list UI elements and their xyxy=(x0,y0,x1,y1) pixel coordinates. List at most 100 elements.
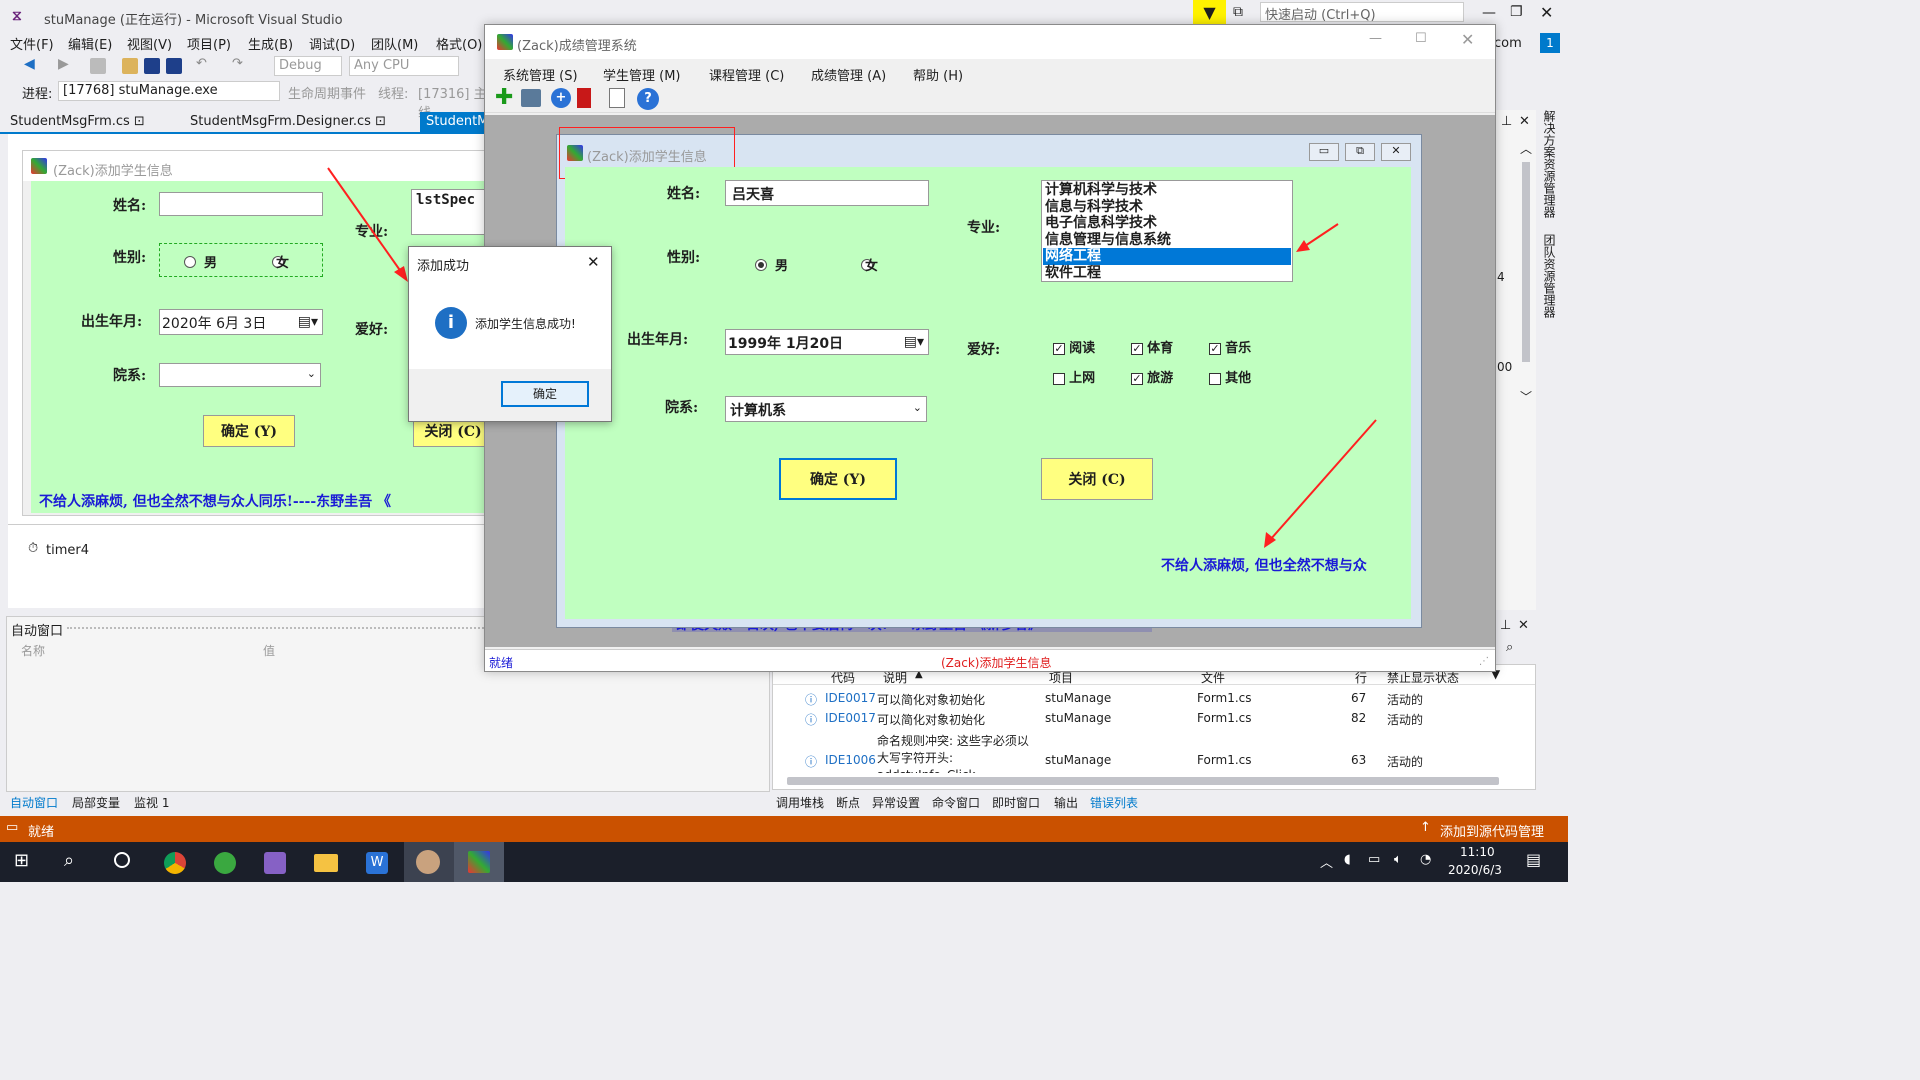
name-input[interactable]: 吕天喜 xyxy=(725,180,929,206)
new-project-icon[interactable] xyxy=(90,58,106,74)
hobby-item[interactable]: 其他 xyxy=(1209,367,1251,386)
menu-help[interactable]: 帮助 (H) xyxy=(913,65,963,84)
forward-icon[interactable]: ▶ xyxy=(58,56,69,72)
close-panel-icon[interactable]: ✕ xyxy=(1519,114,1530,129)
right-scrollbar[interactable]: ︿ ﹀ xyxy=(1516,140,1536,410)
feedback-icon[interactable]: ⧉ xyxy=(1233,4,1243,20)
app-maximize-button[interactable]: ☐ xyxy=(1415,31,1427,46)
pin-icon[interactable]: ⊥ xyxy=(1500,618,1511,633)
menu-file[interactable]: 文件(F) xyxy=(10,34,54,53)
notification-badge[interactable]: 1 xyxy=(1540,33,1560,53)
menu-edit[interactable]: 编辑(E) xyxy=(68,34,112,53)
menu-system[interactable]: 系统管理 (S) xyxy=(503,65,578,84)
designer-dept-dropdown[interactable]: ⌄ xyxy=(159,363,321,387)
menu-view[interactable]: 视图(V) xyxy=(127,34,172,53)
designer-birth-picker[interactable]: 2020年 6月 3日 ▤▾ xyxy=(159,309,323,335)
vs-minimize-button[interactable]: — xyxy=(1482,5,1496,21)
child-minimize-button[interactable]: ▭ xyxy=(1309,143,1339,161)
designer-ok-button[interactable]: 确定 (Y) xyxy=(203,415,295,447)
task-view-icon[interactable] xyxy=(114,852,130,868)
open-file-icon[interactable] xyxy=(122,58,138,74)
undo-icon[interactable]: ↶ xyxy=(196,56,207,71)
menu-project[interactable]: 项目(P) xyxy=(187,34,231,53)
dept-dropdown[interactable]: 计算机系 ⌄ xyxy=(725,396,927,422)
config-dropdown[interactable]: Debug xyxy=(274,56,342,76)
start-icon[interactable]: ⊞ xyxy=(14,850,29,871)
birth-date-picker[interactable]: 1999年 1月20日 ▤▾ xyxy=(725,329,929,355)
avatar-icon[interactable] xyxy=(416,850,440,874)
hobby-checkbox[interactable]: ✓ xyxy=(1209,342,1221,355)
vs-close-button[interactable]: ✕ xyxy=(1540,3,1553,22)
add-source-control[interactable]: 添加到源代码管理 xyxy=(1440,821,1544,840)
chrome-icon[interactable] xyxy=(164,852,186,874)
quick-launch-input[interactable]: 快速启动 (Ctrl+Q) xyxy=(1260,2,1464,23)
error-code[interactable]: IDE0017 xyxy=(825,711,876,725)
designer-male-radio[interactable] xyxy=(184,255,196,268)
tab-error-list[interactable]: 错误列表 xyxy=(1090,794,1138,811)
error-code[interactable]: IDE0017 xyxy=(825,691,876,705)
visual-studio-icon[interactable] xyxy=(264,852,286,874)
hobby-checkbox[interactable]: ✓ xyxy=(1131,372,1143,385)
hobby-checkbox[interactable]: ✓ xyxy=(1131,342,1143,355)
error-row[interactable]: ⓘ IDE0017 可以简化对象初始化 stuManage Form1.cs 8… xyxy=(773,709,1513,729)
hobby-checkbox[interactable] xyxy=(1209,372,1221,385)
pin-icon[interactable]: ⊥ xyxy=(1501,114,1512,129)
error-row[interactable]: ⓘ IDE0017 可以简化对象初始化 stuManage Form1.cs 6… xyxy=(773,689,1513,709)
monitor-icon[interactable] xyxy=(521,89,541,107)
major-listbox[interactable]: 计算机科学与技术 信息与科学技术 电子信息科学技术 信息管理与信息系统 网络工程… xyxy=(1041,180,1293,282)
male-radio[interactable] xyxy=(755,258,767,271)
ok-button[interactable]: 确定 (Y) xyxy=(779,458,897,500)
hobby-item[interactable]: ✓ 旅游 xyxy=(1131,367,1173,386)
back-icon[interactable]: ◀ xyxy=(24,56,35,72)
search-icon[interactable]: ⌕ xyxy=(1506,640,1513,655)
process-dropdown[interactable]: [17768] stuManage.exe xyxy=(58,81,280,101)
menu-student[interactable]: 学生管理 (M) xyxy=(603,65,681,84)
message-box-ok-button[interactable]: 确定 xyxy=(501,381,589,407)
document-icon[interactable] xyxy=(609,88,625,108)
timer-label[interactable]: timer4 xyxy=(46,543,89,558)
scroll-down-icon[interactable]: ﹀ xyxy=(1520,388,1532,405)
tray-chevron-icon[interactable]: ︿ xyxy=(1320,852,1333,871)
clock-date[interactable]: 2020/6/3 xyxy=(1448,863,1502,877)
hobby-item[interactable]: ✓ 体育 xyxy=(1131,337,1173,356)
lifecycle-label[interactable]: 生命周期事件 xyxy=(288,83,366,102)
error-row[interactable]: ⓘ IDE1006 命名规则冲突: 这些字必须以大写字符开头: addstuIn… xyxy=(773,729,1513,773)
major-item[interactable]: 信息与科学技术 xyxy=(1043,199,1291,216)
add-icon[interactable]: ✚ xyxy=(495,86,513,110)
save-all-icon[interactable] xyxy=(166,58,182,74)
hobby-item[interactable]: ✓ 阅读 xyxy=(1053,337,1095,356)
tab-autos[interactable]: 自动窗口 xyxy=(10,794,58,811)
menu-course[interactable]: 课程管理 (C) xyxy=(709,65,784,84)
major-item[interactable]: 信息管理与信息系统 xyxy=(1043,232,1291,249)
clock-time[interactable]: 11:10 xyxy=(1460,845,1495,859)
action-center-icon[interactable]: ▤ xyxy=(1526,850,1541,869)
menu-score[interactable]: 成绩管理 (A) xyxy=(811,65,886,84)
tab-call-stack[interactable]: 调用堆栈 xyxy=(776,794,824,811)
menu-debug[interactable]: 调试(D) xyxy=(309,34,355,53)
menu-format[interactable]: 格式(O) xyxy=(436,34,482,53)
platform-dropdown[interactable]: Any CPU xyxy=(349,56,459,76)
tab-breakpoints[interactable]: 断点 xyxy=(836,794,860,811)
scroll-up-icon[interactable]: ︿ xyxy=(1520,140,1532,157)
tab-locals[interactable]: 局部变量 xyxy=(72,794,120,811)
hobby-item[interactable]: 上网 xyxy=(1053,367,1095,386)
help-icon[interactable]: ? xyxy=(637,88,659,110)
tab-command-window[interactable]: 命令窗口 xyxy=(932,794,980,811)
volume-icon[interactable]: 🔈︎ xyxy=(1394,852,1402,867)
app-close-button[interactable]: ✕ xyxy=(1461,30,1474,49)
tab-output[interactable]: 输出 xyxy=(1054,794,1078,811)
qq-icon[interactable]: ◖ xyxy=(1344,852,1351,867)
major-item[interactable]: 电子信息科学技术 xyxy=(1043,215,1291,232)
book-icon[interactable] xyxy=(577,88,591,108)
redo-icon[interactable]: ↷ xyxy=(232,56,243,71)
resize-grip-icon[interactable]: ⋰ xyxy=(1479,656,1489,667)
menu-build[interactable]: 生成(B) xyxy=(248,34,293,53)
tab-immediate-window[interactable]: 即时窗口 xyxy=(992,794,1040,811)
error-code[interactable]: IDE1006 xyxy=(825,753,876,767)
calendar-icon[interactable]: ▤▾ xyxy=(904,334,924,350)
plus-circle-icon[interactable]: + xyxy=(551,88,571,108)
tab-exception-settings[interactable]: 异常设置 xyxy=(872,794,920,811)
tab-studentmsgfrm-cs[interactable]: StudentMsgFrm.cs ⊡ xyxy=(4,112,151,132)
message-box-close-button[interactable]: ✕ xyxy=(587,253,600,271)
scroll-thumb[interactable] xyxy=(1522,162,1530,362)
